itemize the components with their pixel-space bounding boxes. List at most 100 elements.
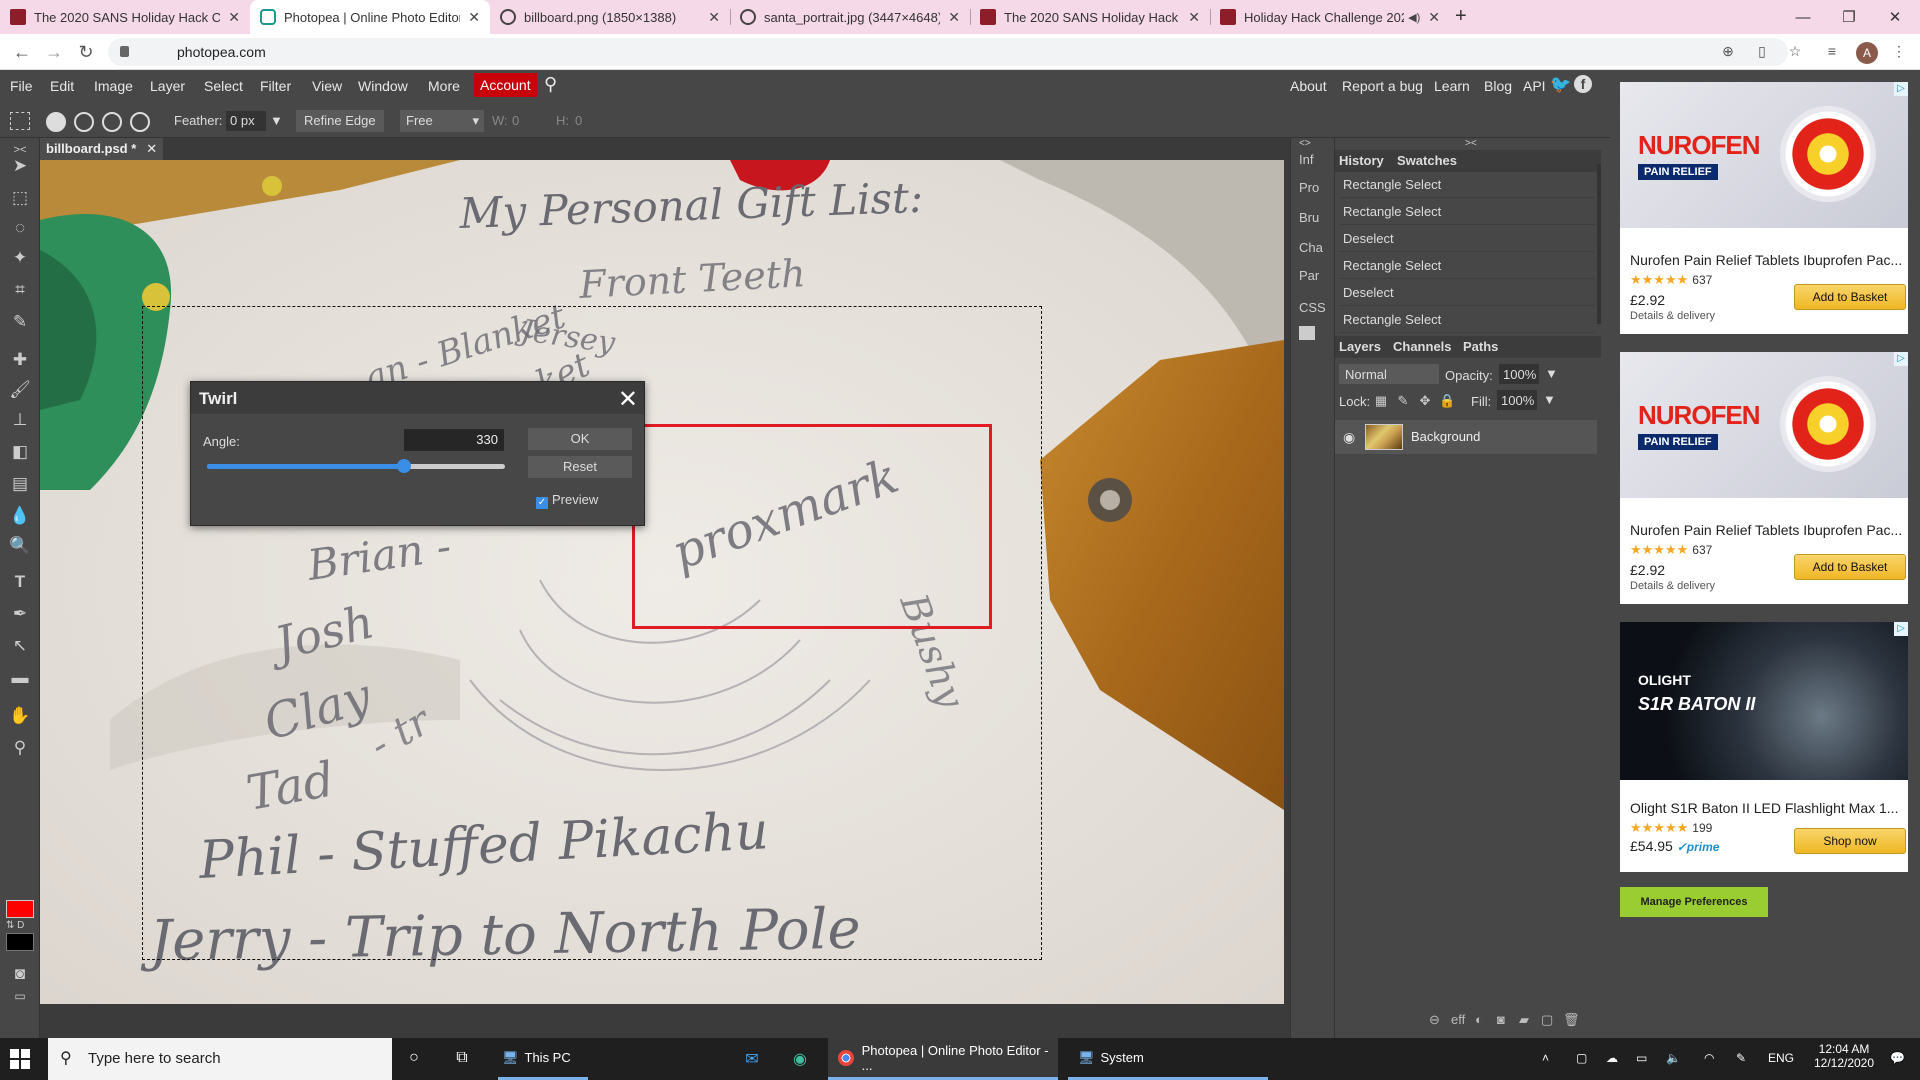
history-item[interactable]: Rectangle Select <box>1339 172 1595 198</box>
ad-card[interactable]: OLIGHT S1R BATON II ▷ Olight S1R Baton I… <box>1620 622 1908 872</box>
blur-icon[interactable]: 💧 <box>8 504 32 528</box>
cortana-icon[interactable]: ○ <box>404 1049 424 1069</box>
panel-info[interactable]: Inf <box>1299 152 1313 167</box>
image-icon[interactable] <box>1299 326 1315 340</box>
magic-wand-icon[interactable]: ✦ <box>8 246 32 270</box>
close-icon[interactable]: ✕ <box>618 385 638 414</box>
taskbar-search[interactable]: ⚲ Type here to search <box>48 1038 392 1080</box>
width-value[interactable]: 0 <box>512 113 519 128</box>
lock-pixels-icon[interactable]: ✎ <box>1395 393 1411 409</box>
rectangle-select-icon[interactable]: ⬚ <box>8 186 32 210</box>
panel-character[interactable]: Cha <box>1299 240 1323 255</box>
new-tab-button[interactable]: + <box>1455 5 1467 28</box>
browser-tab-active[interactable]: Photopea | Online Photo Editor ✕ <box>250 0 490 34</box>
collapse-icon[interactable]: >< <box>1465 138 1477 149</box>
ad-card[interactable]: NUROFEN PAIN RELIEF ▷ Nurofen Pain Relie… <box>1620 352 1908 604</box>
ad-title[interactable]: Olight S1R Baton II LED Flashlight Max 1… <box>1630 800 1902 816</box>
tab-paths[interactable]: Paths <box>1463 339 1498 354</box>
pen-icon[interactable]: ✎ <box>1736 1051 1746 1065</box>
effects-icon[interactable]: eff <box>1451 1012 1465 1027</box>
new-selection-icon[interactable] <box>46 112 66 132</box>
adchoices-icon[interactable]: ▷ <box>1894 352 1908 366</box>
maximize-button[interactable]: ❐ <box>1826 0 1872 34</box>
menu-window[interactable]: Window <box>358 78 408 94</box>
browser-tab[interactable]: billboard.png (1850×1388) ✕ <box>490 0 730 34</box>
path-select-icon[interactable]: ↖ <box>8 634 32 658</box>
panel-paragraph[interactable]: Par <box>1299 268 1319 283</box>
opacity-dropdown-icon[interactable]: ▼ <box>1545 366 1558 381</box>
browser-tab[interactable]: The 2020 SANS Holiday Hack Ch ✕ <box>0 0 250 34</box>
browser-tab[interactable]: The 2020 SANS Holiday Hack Ch ✕ <box>970 0 1210 34</box>
close-tab-icon[interactable]: ✕ <box>1188 9 1200 26</box>
panel-css[interactable]: CSS <box>1299 300 1326 315</box>
ok-button[interactable]: OK <box>528 428 632 450</box>
collapse-icon[interactable]: <> <box>1299 138 1311 149</box>
taskbar-clock[interactable]: 12:04 AM 12/12/2020 <box>1808 1042 1880 1070</box>
type-tool-icon[interactable]: T <box>8 570 32 594</box>
tab-channels[interactable]: Channels <box>1393 339 1452 354</box>
brush-icon[interactable]: 🖌 <box>8 378 32 402</box>
onedrive-icon[interactable]: ☁ <box>1606 1051 1618 1065</box>
history-item[interactable]: Rectangle Select <box>1339 307 1595 333</box>
swap-colors-icon[interactable]: ⇅ D <box>6 920 24 931</box>
bookmark-star-icon[interactable]: ☆ <box>1786 43 1804 61</box>
feather-dropdown-icon[interactable]: ▼ <box>270 113 283 128</box>
install-icon[interactable]: ⊕ <box>1719 43 1737 61</box>
menu-image[interactable]: Image <box>94 78 133 94</box>
shop-now-button[interactable]: Shop now <box>1794 828 1906 854</box>
meet-now-icon[interactable]: ▢ <box>1576 1051 1587 1065</box>
eraser-icon[interactable]: ◧ <box>8 440 32 464</box>
style-select[interactable]: Free <box>400 110 484 132</box>
clone-stamp-icon[interactable]: ⊥ <box>8 408 32 432</box>
browser-tab[interactable]: santa_portrait.jpg (3447×4648) ✕ <box>730 0 970 34</box>
adchoices-icon[interactable]: ▷ <box>1894 82 1908 96</box>
task-view-icon[interactable]: ⧉ <box>452 1049 472 1069</box>
menu-blog[interactable]: Blog <box>1484 78 1512 94</box>
marquee-tool-icon[interactable] <box>10 112 30 130</box>
gradient-icon[interactable]: ▤ <box>8 472 32 496</box>
menu-select[interactable]: Select <box>204 78 243 94</box>
preview-checkbox[interactable]: ✓ Preview <box>536 492 598 509</box>
eyedropper-icon[interactable]: ✎ <box>8 310 32 334</box>
dodge-icon[interactable]: 🔍 <box>8 534 32 558</box>
image-canvas[interactable]: My Personal Gift List: Front Teeth Jerse… <box>40 160 1284 1004</box>
reset-button[interactable]: Reset <box>528 456 632 478</box>
tab-swatches[interactable]: Swatches <box>1397 153 1457 168</box>
subtract-selection-icon[interactable] <box>102 112 122 132</box>
history-item[interactable]: Rectangle Select <box>1339 253 1595 279</box>
adchoices-icon[interactable]: ▷ <box>1894 622 1908 636</box>
taskbar-item[interactable]: 🖥 System <box>1068 1038 1268 1080</box>
tab-history[interactable]: History <box>1339 153 1384 168</box>
link-icon[interactable]: ⊖ <box>1429 1012 1440 1028</box>
language-indicator[interactable]: ENG <box>1768 1051 1794 1065</box>
history-item[interactable]: Deselect <box>1339 280 1595 306</box>
lock-position-icon[interactable]: ✥ <box>1417 393 1433 409</box>
manage-preferences-button[interactable]: Manage Preferences <box>1620 887 1768 917</box>
menu-learn[interactable]: Learn <box>1434 78 1470 94</box>
facebook-icon[interactable]: f <box>1574 75 1592 93</box>
wifi-icon[interactable]: ◠ <box>1704 1051 1714 1065</box>
taskbar-item[interactable]: 🖥 This PC <box>498 1038 588 1080</box>
trash-icon[interactable]: 🗑 <box>1563 1012 1580 1028</box>
windows-start-icon[interactable] <box>10 1049 30 1069</box>
feather-input[interactable]: 0 px <box>226 111 266 131</box>
lock-all-icon[interactable]: 🔒 <box>1439 393 1455 409</box>
crop-icon[interactable]: ⌗ <box>8 278 32 302</box>
close-tab-icon[interactable]: ✕ <box>228 9 240 26</box>
new-layer-icon[interactable]: ▢ <box>1541 1012 1553 1028</box>
page-icon[interactable]: ▯ <box>1753 43 1771 61</box>
close-document-icon[interactable]: ✕ <box>146 141 157 156</box>
reload-icon[interactable]: ↻ <box>74 40 98 64</box>
menu-report-bug[interactable]: Report a bug <box>1342 78 1423 94</box>
zoom-icon[interactable]: ⚲ <box>8 736 32 760</box>
panel-brush[interactable]: Bru <box>1299 210 1319 225</box>
angle-slider-handle[interactable] <box>396 459 411 473</box>
document-tab[interactable]: billboard.psd * ✕ <box>40 138 164 160</box>
minimize-button[interactable]: — <box>1780 0 1826 34</box>
background-color-swatch[interactable] <box>6 933 34 951</box>
foreground-color-swatch[interactable] <box>6 900 34 918</box>
menu-edit[interactable]: Edit <box>50 78 74 94</box>
shape-icon[interactable]: ▬ <box>8 666 32 690</box>
fill-dropdown-icon[interactable]: ▼ <box>1543 392 1556 407</box>
menu-api[interactable]: API <box>1523 78 1546 94</box>
